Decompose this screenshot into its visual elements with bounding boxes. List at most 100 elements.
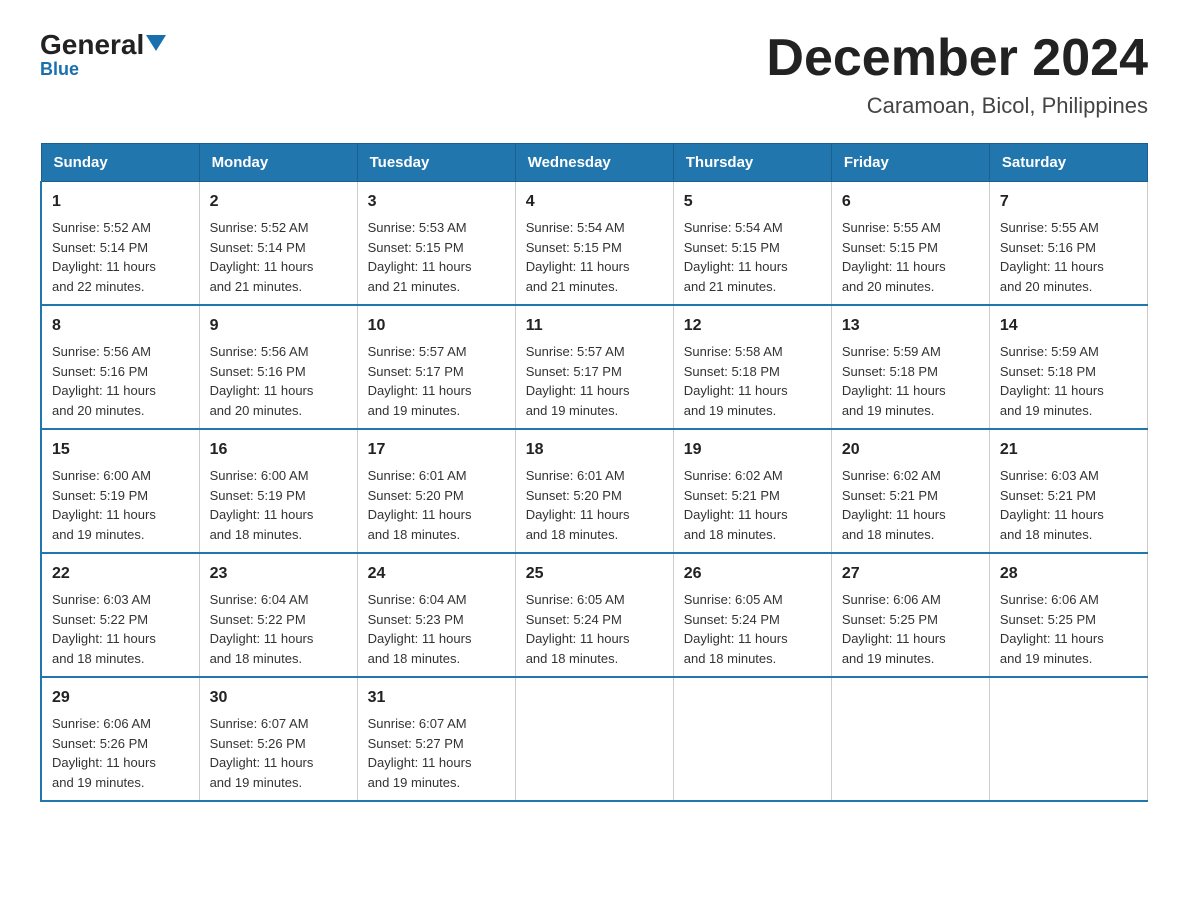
title-area: December 2024 Caramoan, Bicol, Philippin… (766, 30, 1148, 119)
calendar-cell (515, 677, 673, 801)
day-number: 19 (684, 438, 821, 462)
day-info: Sunrise: 5:55 AMSunset: 5:15 PMDaylight:… (842, 218, 979, 296)
day-info: Sunrise: 6:07 AMSunset: 5:26 PMDaylight:… (210, 714, 347, 792)
calendar-cell: 29 Sunrise: 6:06 AMSunset: 5:26 PMDayligh… (41, 677, 199, 801)
day-number: 7 (1000, 190, 1137, 214)
calendar-cell: 14Sunrise: 5:59 AMSunset: 5:18 PMDayligh… (989, 305, 1147, 429)
day-info: Sunrise: 5:56 AMSunset: 5:16 PMDaylight:… (210, 342, 347, 420)
calendar-cell: 31Sunrise: 6:07 AMSunset: 5:27 PMDayligh… (357, 677, 515, 801)
calendar-cell: 25 Sunrise: 6:05 AMSunset: 5:24 PMDayligh… (515, 553, 673, 677)
day-number: 14 (1000, 314, 1137, 338)
day-number: 21 (1000, 438, 1137, 462)
calendar-cell: 26 Sunrise: 6:05 AMSunset: 5:24 PMDayligh… (673, 553, 831, 677)
calendar-cell: 5 Sunrise: 5:54 AMSunset: 5:15 PMDaylight… (673, 182, 831, 306)
calendar-cell: 4 Sunrise: 5:54 AMSunset: 5:15 PMDaylight… (515, 182, 673, 306)
day-number: 29 (52, 686, 189, 710)
calendar-cell: 3 Sunrise: 5:53 AMSunset: 5:15 PMDaylight… (357, 182, 515, 306)
day-number: 13 (842, 314, 979, 338)
day-number: 20 (842, 438, 979, 462)
day-number: 3 (368, 190, 505, 214)
day-info: Sunrise: 6:02 AMSunset: 5:21 PMDaylight:… (842, 466, 979, 544)
calendar-cell: 11 Sunrise: 5:57 AMSunset: 5:17 PMDayligh… (515, 305, 673, 429)
calendar-body: 1 Sunrise: 5:52 AMSunset: 5:14 PMDaylight… (41, 182, 1148, 802)
day-number: 12 (684, 314, 821, 338)
day-info: Sunrise: 6:06 AMSunset: 5:26 PMDaylight:… (52, 714, 189, 792)
calendar-cell: 24Sunrise: 6:04 AMSunset: 5:23 PMDayligh… (357, 553, 515, 677)
calendar-table: SundayMondayTuesdayWednesdayThursdayFrid… (40, 143, 1148, 802)
day-number: 2 (210, 190, 347, 214)
day-info: Sunrise: 5:56 AMSunset: 5:16 PMDaylight:… (52, 342, 189, 420)
day-number: 27 (842, 562, 979, 586)
calendar-week-1: 1 Sunrise: 5:52 AMSunset: 5:14 PMDaylight… (41, 182, 1148, 306)
header-monday: Monday (199, 144, 357, 182)
day-info: Sunrise: 6:03 AMSunset: 5:22 PMDaylight:… (52, 590, 189, 668)
day-number: 31 (368, 686, 505, 710)
day-info: Sunrise: 5:57 AMSunset: 5:17 PMDaylight:… (368, 342, 505, 420)
calendar-week-4: 22 Sunrise: 6:03 AMSunset: 5:22 PMDayligh… (41, 553, 1148, 677)
day-info: Sunrise: 5:54 AMSunset: 5:15 PMDaylight:… (526, 218, 663, 296)
calendar-cell (989, 677, 1147, 801)
day-number: 25 (526, 562, 663, 586)
logo: General Blue (40, 30, 166, 80)
day-info: Sunrise: 6:05 AMSunset: 5:24 PMDaylight:… (526, 590, 663, 668)
calendar-cell: 19 Sunrise: 6:02 AMSunset: 5:21 PMDayligh… (673, 429, 831, 553)
day-number: 5 (684, 190, 821, 214)
day-number: 23 (210, 562, 347, 586)
day-number: 22 (52, 562, 189, 586)
logo-text: General (40, 30, 166, 61)
day-info: Sunrise: 6:00 AMSunset: 5:19 PMDaylight:… (52, 466, 189, 544)
calendar-cell: 16 Sunrise: 6:00 AMSunset: 5:19 PMDayligh… (199, 429, 357, 553)
calendar-title: December 2024 (766, 30, 1148, 87)
day-number: 4 (526, 190, 663, 214)
header-sunday: Sunday (41, 144, 199, 182)
header-wednesday: Wednesday (515, 144, 673, 182)
day-number: 26 (684, 562, 821, 586)
page-header: General Blue December 2024 Caramoan, Bic… (40, 30, 1148, 119)
calendar-week-5: 29 Sunrise: 6:06 AMSunset: 5:26 PMDayligh… (41, 677, 1148, 801)
calendar-cell: 21 Sunrise: 6:03 AMSunset: 5:21 PMDayligh… (989, 429, 1147, 553)
day-info: Sunrise: 6:05 AMSunset: 5:24 PMDaylight:… (684, 590, 821, 668)
day-info: Sunrise: 5:59 AMSunset: 5:18 PMDaylight:… (842, 342, 979, 420)
day-info: Sunrise: 5:58 AMSunset: 5:18 PMDaylight:… (684, 342, 821, 420)
header-thursday: Thursday (673, 144, 831, 182)
day-info: Sunrise: 6:01 AMSunset: 5:20 PMDaylight:… (368, 466, 505, 544)
calendar-cell: 6 Sunrise: 5:55 AMSunset: 5:15 PMDaylight… (831, 182, 989, 306)
day-info: Sunrise: 6:01 AMSunset: 5:20 PMDaylight:… (526, 466, 663, 544)
day-info: Sunrise: 5:55 AMSunset: 5:16 PMDaylight:… (1000, 218, 1137, 296)
day-number: 10 (368, 314, 505, 338)
calendar-week-3: 15Sunrise: 6:00 AMSunset: 5:19 PMDayligh… (41, 429, 1148, 553)
calendar-cell: 1 Sunrise: 5:52 AMSunset: 5:14 PMDaylight… (41, 182, 199, 306)
calendar-cell: 10 Sunrise: 5:57 AMSunset: 5:17 PMDayligh… (357, 305, 515, 429)
calendar-header: SundayMondayTuesdayWednesdayThursdayFrid… (41, 144, 1148, 182)
calendar-cell: 8Sunrise: 5:56 AMSunset: 5:16 PMDaylight… (41, 305, 199, 429)
day-info: Sunrise: 5:54 AMSunset: 5:15 PMDaylight:… (684, 218, 821, 296)
day-number: 9 (210, 314, 347, 338)
calendar-cell: 23Sunrise: 6:04 AMSunset: 5:22 PMDayligh… (199, 553, 357, 677)
day-number: 11 (526, 314, 663, 338)
calendar-cell (673, 677, 831, 801)
header-tuesday: Tuesday (357, 144, 515, 182)
day-number: 6 (842, 190, 979, 214)
day-number: 18 (526, 438, 663, 462)
day-info: Sunrise: 5:53 AMSunset: 5:15 PMDaylight:… (368, 218, 505, 296)
calendar-cell: 18 Sunrise: 6:01 AMSunset: 5:20 PMDayligh… (515, 429, 673, 553)
calendar-cell: 30Sunrise: 6:07 AMSunset: 5:26 PMDayligh… (199, 677, 357, 801)
day-info: Sunrise: 5:52 AMSunset: 5:14 PMDaylight:… (210, 218, 347, 296)
day-number: 1 (52, 190, 189, 214)
calendar-cell: 17 Sunrise: 6:01 AMSunset: 5:20 PMDayligh… (357, 429, 515, 553)
day-info: Sunrise: 5:57 AMSunset: 5:17 PMDaylight:… (526, 342, 663, 420)
calendar-cell: 20 Sunrise: 6:02 AMSunset: 5:21 PMDayligh… (831, 429, 989, 553)
day-info: Sunrise: 5:52 AMSunset: 5:14 PMDaylight:… (52, 218, 189, 296)
calendar-subtitle: Caramoan, Bicol, Philippines (766, 93, 1148, 119)
day-info: Sunrise: 6:00 AMSunset: 5:19 PMDaylight:… (210, 466, 347, 544)
header-row: SundayMondayTuesdayWednesdayThursdayFrid… (41, 144, 1148, 182)
header-friday: Friday (831, 144, 989, 182)
day-info: Sunrise: 6:02 AMSunset: 5:21 PMDaylight:… (684, 466, 821, 544)
day-info: Sunrise: 6:03 AMSunset: 5:21 PMDaylight:… (1000, 466, 1137, 544)
calendar-cell: 27Sunrise: 6:06 AMSunset: 5:25 PMDayligh… (831, 553, 989, 677)
day-number: 16 (210, 438, 347, 462)
calendar-cell (831, 677, 989, 801)
calendar-cell: 9 Sunrise: 5:56 AMSunset: 5:16 PMDaylight… (199, 305, 357, 429)
calendar-cell: 15Sunrise: 6:00 AMSunset: 5:19 PMDayligh… (41, 429, 199, 553)
day-number: 17 (368, 438, 505, 462)
